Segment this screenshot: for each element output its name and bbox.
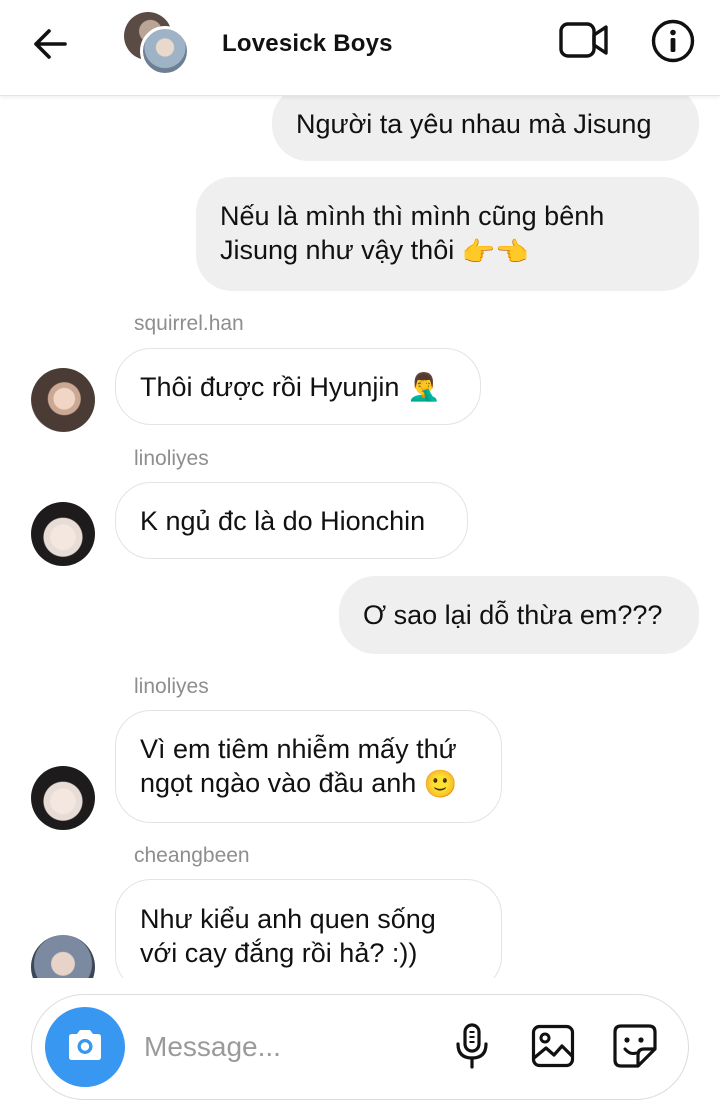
- video-camera-icon: [559, 21, 609, 64]
- message-text-line: Jisung như vậy thôi 👉👈: [220, 233, 529, 269]
- chat-header: Lovesick Boys: [0, 0, 720, 96]
- gallery-icon: [531, 1024, 575, 1073]
- message-input[interactable]: [144, 1027, 434, 1067]
- sticker-icon: [612, 1023, 658, 1074]
- pointing-fingers-emoji: 👉👈: [461, 236, 529, 267]
- message-text: Nếu là mình thì mình cũng bênh: [220, 201, 605, 232]
- composer-bar: [0, 978, 720, 1117]
- avatar[interactable]: [31, 766, 95, 830]
- smiling-face-emoji: 🙂: [423, 769, 458, 800]
- message-text: Như kiểu anh quen sống: [140, 903, 436, 934]
- incoming-message[interactable]: Vì em tiêm nhiễm mấy thứ ngọt ngào vào đ…: [115, 710, 502, 823]
- message-text: Jisung như vậy thôi: [220, 235, 455, 266]
- info-button[interactable]: [650, 19, 696, 68]
- message-text: Thôi được rồi Hyunjin: [140, 371, 400, 402]
- camera-button[interactable]: [45, 1007, 125, 1087]
- incoming-message[interactable]: Như kiểu anh quen sống với cay đắng rồi …: [115, 879, 502, 978]
- chat-title[interactable]: Lovesick Boys: [222, 30, 393, 58]
- sender-name: squirrel.han: [134, 312, 244, 335]
- camera-icon: [65, 1028, 105, 1067]
- outgoing-message[interactable]: Người ta yêu nhau mà Jisung: [272, 96, 699, 161]
- back-button[interactable]: [28, 26, 72, 66]
- avatar[interactable]: [31, 502, 95, 566]
- message-text: ngọt ngào vào đầu anh: [140, 767, 417, 798]
- outgoing-message[interactable]: Nếu là mình thì mình cũng bênh Jisung nh…: [196, 177, 699, 291]
- avatar[interactable]: [31, 368, 95, 432]
- avatar[interactable]: [31, 935, 95, 978]
- voice-message-button[interactable]: [450, 1022, 494, 1075]
- message-text-line: ngọt ngào vào đầu anh 🙂: [140, 766, 457, 802]
- sender-name: linoliyes: [134, 447, 209, 470]
- incoming-message[interactable]: K ngủ đc là do Hionchin: [115, 482, 468, 559]
- facepalm-emoji: 🤦‍♂️: [407, 371, 441, 402]
- message-list[interactable]: Người ta yêu nhau mà Jisung Nếu là mình …: [0, 96, 720, 978]
- message-text: với cay đắng rồi hả? :)): [140, 937, 418, 968]
- chat-screen: Lovesick Boys Người ta yêu nhau mà Jisun…: [0, 0, 720, 1117]
- sender-name: linoliyes: [134, 675, 209, 698]
- message-text: Người ta yêu nhau mà Jisung: [296, 108, 652, 139]
- message-composer: [31, 994, 689, 1100]
- sticker-button[interactable]: [612, 1023, 658, 1074]
- group-avatar[interactable]: [124, 12, 192, 76]
- sender-name: cheangbeen: [134, 844, 250, 867]
- avatar: [140, 26, 190, 76]
- arrow-left-icon: [32, 28, 68, 65]
- gallery-button[interactable]: [530, 1024, 576, 1073]
- info-icon: [651, 19, 695, 68]
- outgoing-message[interactable]: Ơ sao lại dỗ thừa em???: [339, 576, 699, 654]
- message-text: K ngủ đc là do Hionchin: [140, 505, 426, 536]
- incoming-message[interactable]: Thôi được rồi Hyunjin 🤦‍♂️: [115, 348, 481, 425]
- video-call-button[interactable]: [558, 20, 610, 64]
- microphone-icon: [454, 1022, 490, 1075]
- message-text: Ơ sao lại dỗ thừa em???: [363, 600, 663, 630]
- message-text: Vì em tiêm nhiễm mấy thứ: [140, 733, 457, 764]
